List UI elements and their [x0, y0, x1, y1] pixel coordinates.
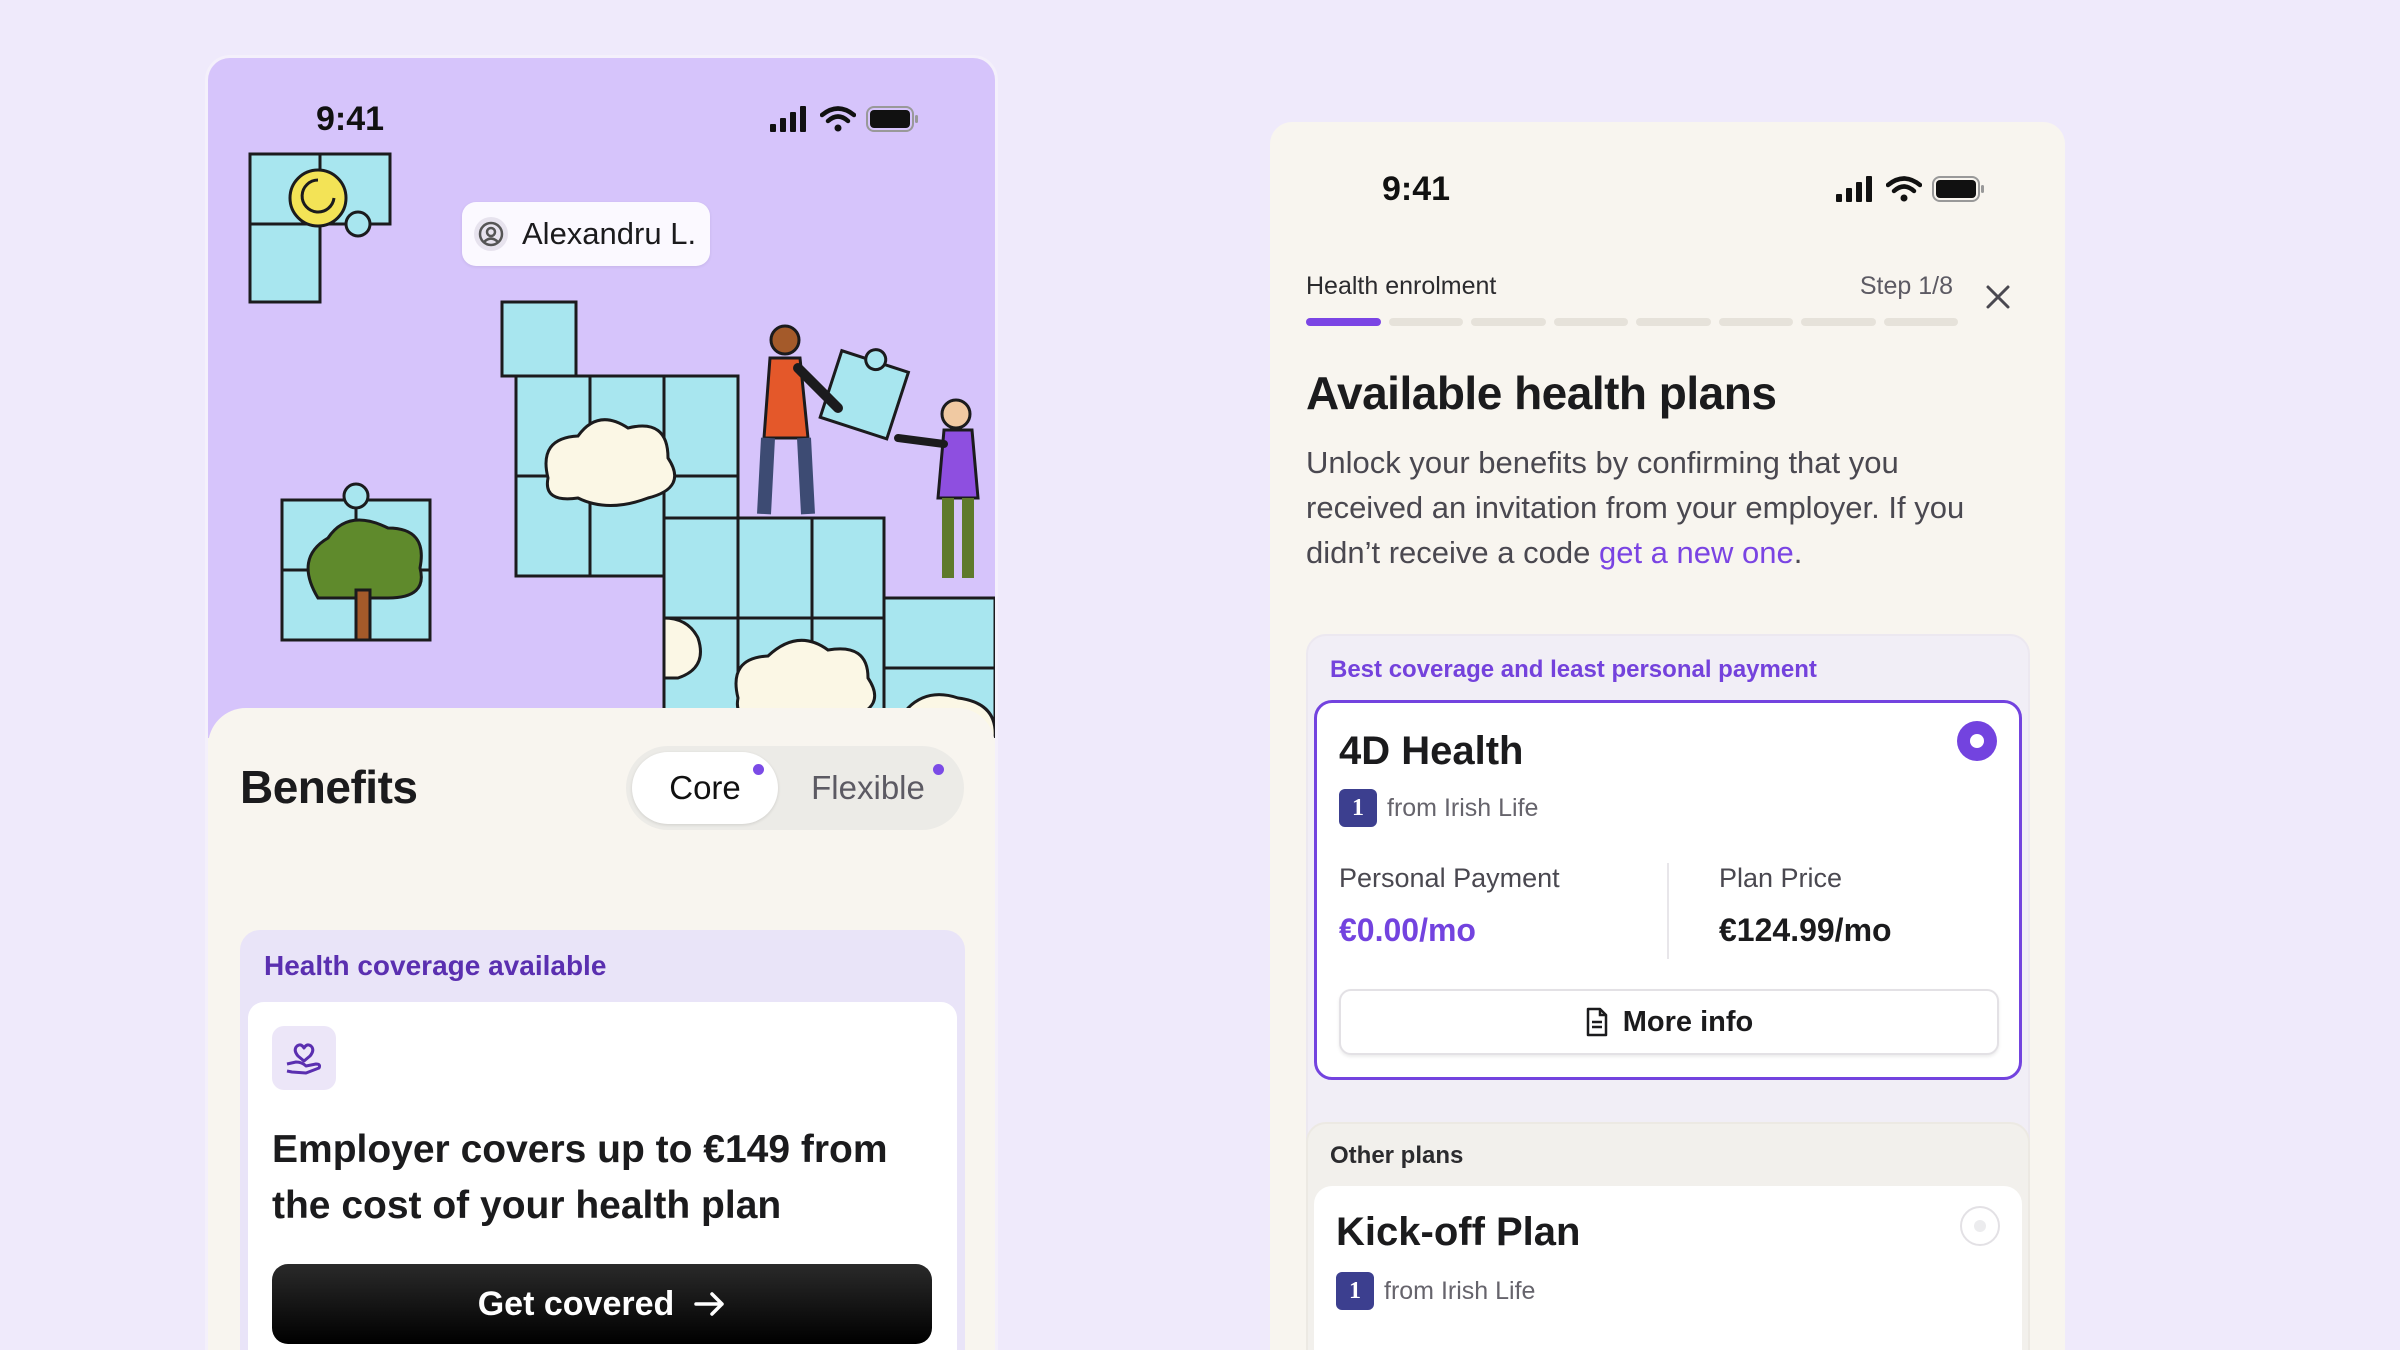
- progress-segment: [1883, 318, 1958, 326]
- progress-segment: [1306, 318, 1381, 326]
- step-label: Step 1/8: [1859, 272, 1953, 300]
- benefits-title: Benefits: [240, 761, 418, 813]
- provider-name: from Irish Life: [1384, 1276, 1536, 1305]
- plan-name: Kick-off Plan: [1336, 1210, 1581, 1254]
- personal-payment: Personal Payment €0.00/mo: [1339, 863, 1560, 949]
- personal-payment-label: Personal Payment: [1339, 863, 1560, 893]
- tab-core-dot: [753, 764, 764, 775]
- provider-name: from Irish Life: [1387, 793, 1539, 822]
- health-plans-phone-screen: 9:41 Health enrolment Step 1/8 Available…: [1270, 122, 2065, 1350]
- step-progress-bar: [1306, 318, 1958, 326]
- personal-payment-value: €0.00/mo: [1339, 912, 1476, 948]
- hero-illustration-area: 9:41 Alexandru L.: [208, 58, 995, 738]
- other-plans-label: Other plans: [1330, 1142, 1464, 1169]
- health-coverage-card: Health coverage available Employer cover…: [240, 930, 965, 1350]
- get-covered-label: Get covered: [477, 1284, 675, 1323]
- plan-provider: 1 from Irish Life: [1336, 1272, 1535, 1310]
- hand-heart-icon: [272, 1026, 336, 1090]
- close-icon[interactable]: [1983, 282, 2013, 312]
- coverage-headline: Employer covers up to €149 from the cost…: [272, 1128, 888, 1227]
- description-suffix: .: [1793, 535, 1803, 570]
- progress-segment: [1388, 318, 1463, 326]
- status-time: 9:41: [1382, 170, 1451, 208]
- plan-radio-unselected[interactable]: [1960, 1206, 2000, 1246]
- tab-flexible-dot: [933, 764, 944, 775]
- coverage-label: Health coverage available: [264, 950, 607, 981]
- irish-life-logo: 1: [1336, 1272, 1374, 1310]
- status-bar: 9:41: [1270, 122, 2065, 208]
- plan-provider: 1 from Irish Life: [1339, 789, 1538, 827]
- more-info-label: More info: [1622, 1005, 1754, 1038]
- signal-icon: [1836, 176, 1872, 202]
- wifi-icon: [1886, 176, 1922, 202]
- plan-price: Plan Price €124.99/mo: [1719, 863, 1892, 949]
- tab-flexible[interactable]: Flexible: [778, 752, 958, 824]
- page-title: Available health plans: [1306, 367, 1777, 419]
- user-name: Alexandru L.: [522, 216, 697, 251]
- benefits-phone-screen: 9:41 Alexandru L. Benefits Core Flexible…: [208, 58, 995, 1350]
- other-plans-section: Other plans Kick-off Plan 1 from Irish L…: [1306, 1122, 2030, 1350]
- arrow-right-icon: [694, 1292, 725, 1316]
- tab-flexible-label: Flexible: [811, 769, 925, 806]
- progress-segment: [1718, 318, 1793, 326]
- document-icon: [1586, 1007, 1607, 1037]
- get-covered-button[interactable]: Get covered: [272, 1264, 932, 1344]
- more-info-button[interactable]: More info: [1339, 989, 1999, 1055]
- flow-label: Health enrolment: [1306, 272, 1497, 300]
- plan-price-label: Plan Price: [1719, 863, 1843, 893]
- plan-price-value: €124.99/mo: [1719, 912, 1892, 948]
- benefits-sheet: Benefits Core Flexible Health coverage a…: [208, 708, 995, 1350]
- plan-radio-selected[interactable]: [1957, 721, 1997, 761]
- tab-core[interactable]: Core: [632, 752, 778, 824]
- page-description: Unlock your benefits by confirming that …: [1306, 440, 2006, 575]
- coverage-inner-card: Employer covers up to €149 from the cost…: [248, 1002, 957, 1350]
- plan-name: 4D Health: [1339, 729, 1524, 773]
- tab-core-label: Core: [669, 769, 741, 806]
- progress-segment: [1471, 318, 1546, 326]
- puzzle-illustration: [248, 152, 995, 738]
- benefits-segmented-control: Core Flexible: [626, 746, 964, 830]
- get-new-code-link[interactable]: get a new one: [1599, 535, 1794, 570]
- battery-icon: [1932, 176, 1984, 202]
- irish-life-logo: 1: [1339, 789, 1377, 827]
- plan-card-kick-off[interactable]: Kick-off Plan 1 from Irish Life: [1314, 1186, 2022, 1350]
- status-icons: [1836, 176, 1986, 202]
- progress-segment: [1801, 318, 1876, 326]
- plan-card-4d-health[interactable]: 4D Health 1 from Irish Life Personal Pay…: [1314, 700, 2022, 1080]
- divider: [1667, 863, 1669, 959]
- user-pill[interactable]: Alexandru L.: [462, 202, 711, 266]
- user-avatar-icon: [474, 217, 508, 251]
- progress-segment: [1636, 318, 1711, 326]
- best-coverage-label: Best coverage and least personal payment: [1330, 656, 1817, 683]
- progress-segment: [1553, 318, 1628, 326]
